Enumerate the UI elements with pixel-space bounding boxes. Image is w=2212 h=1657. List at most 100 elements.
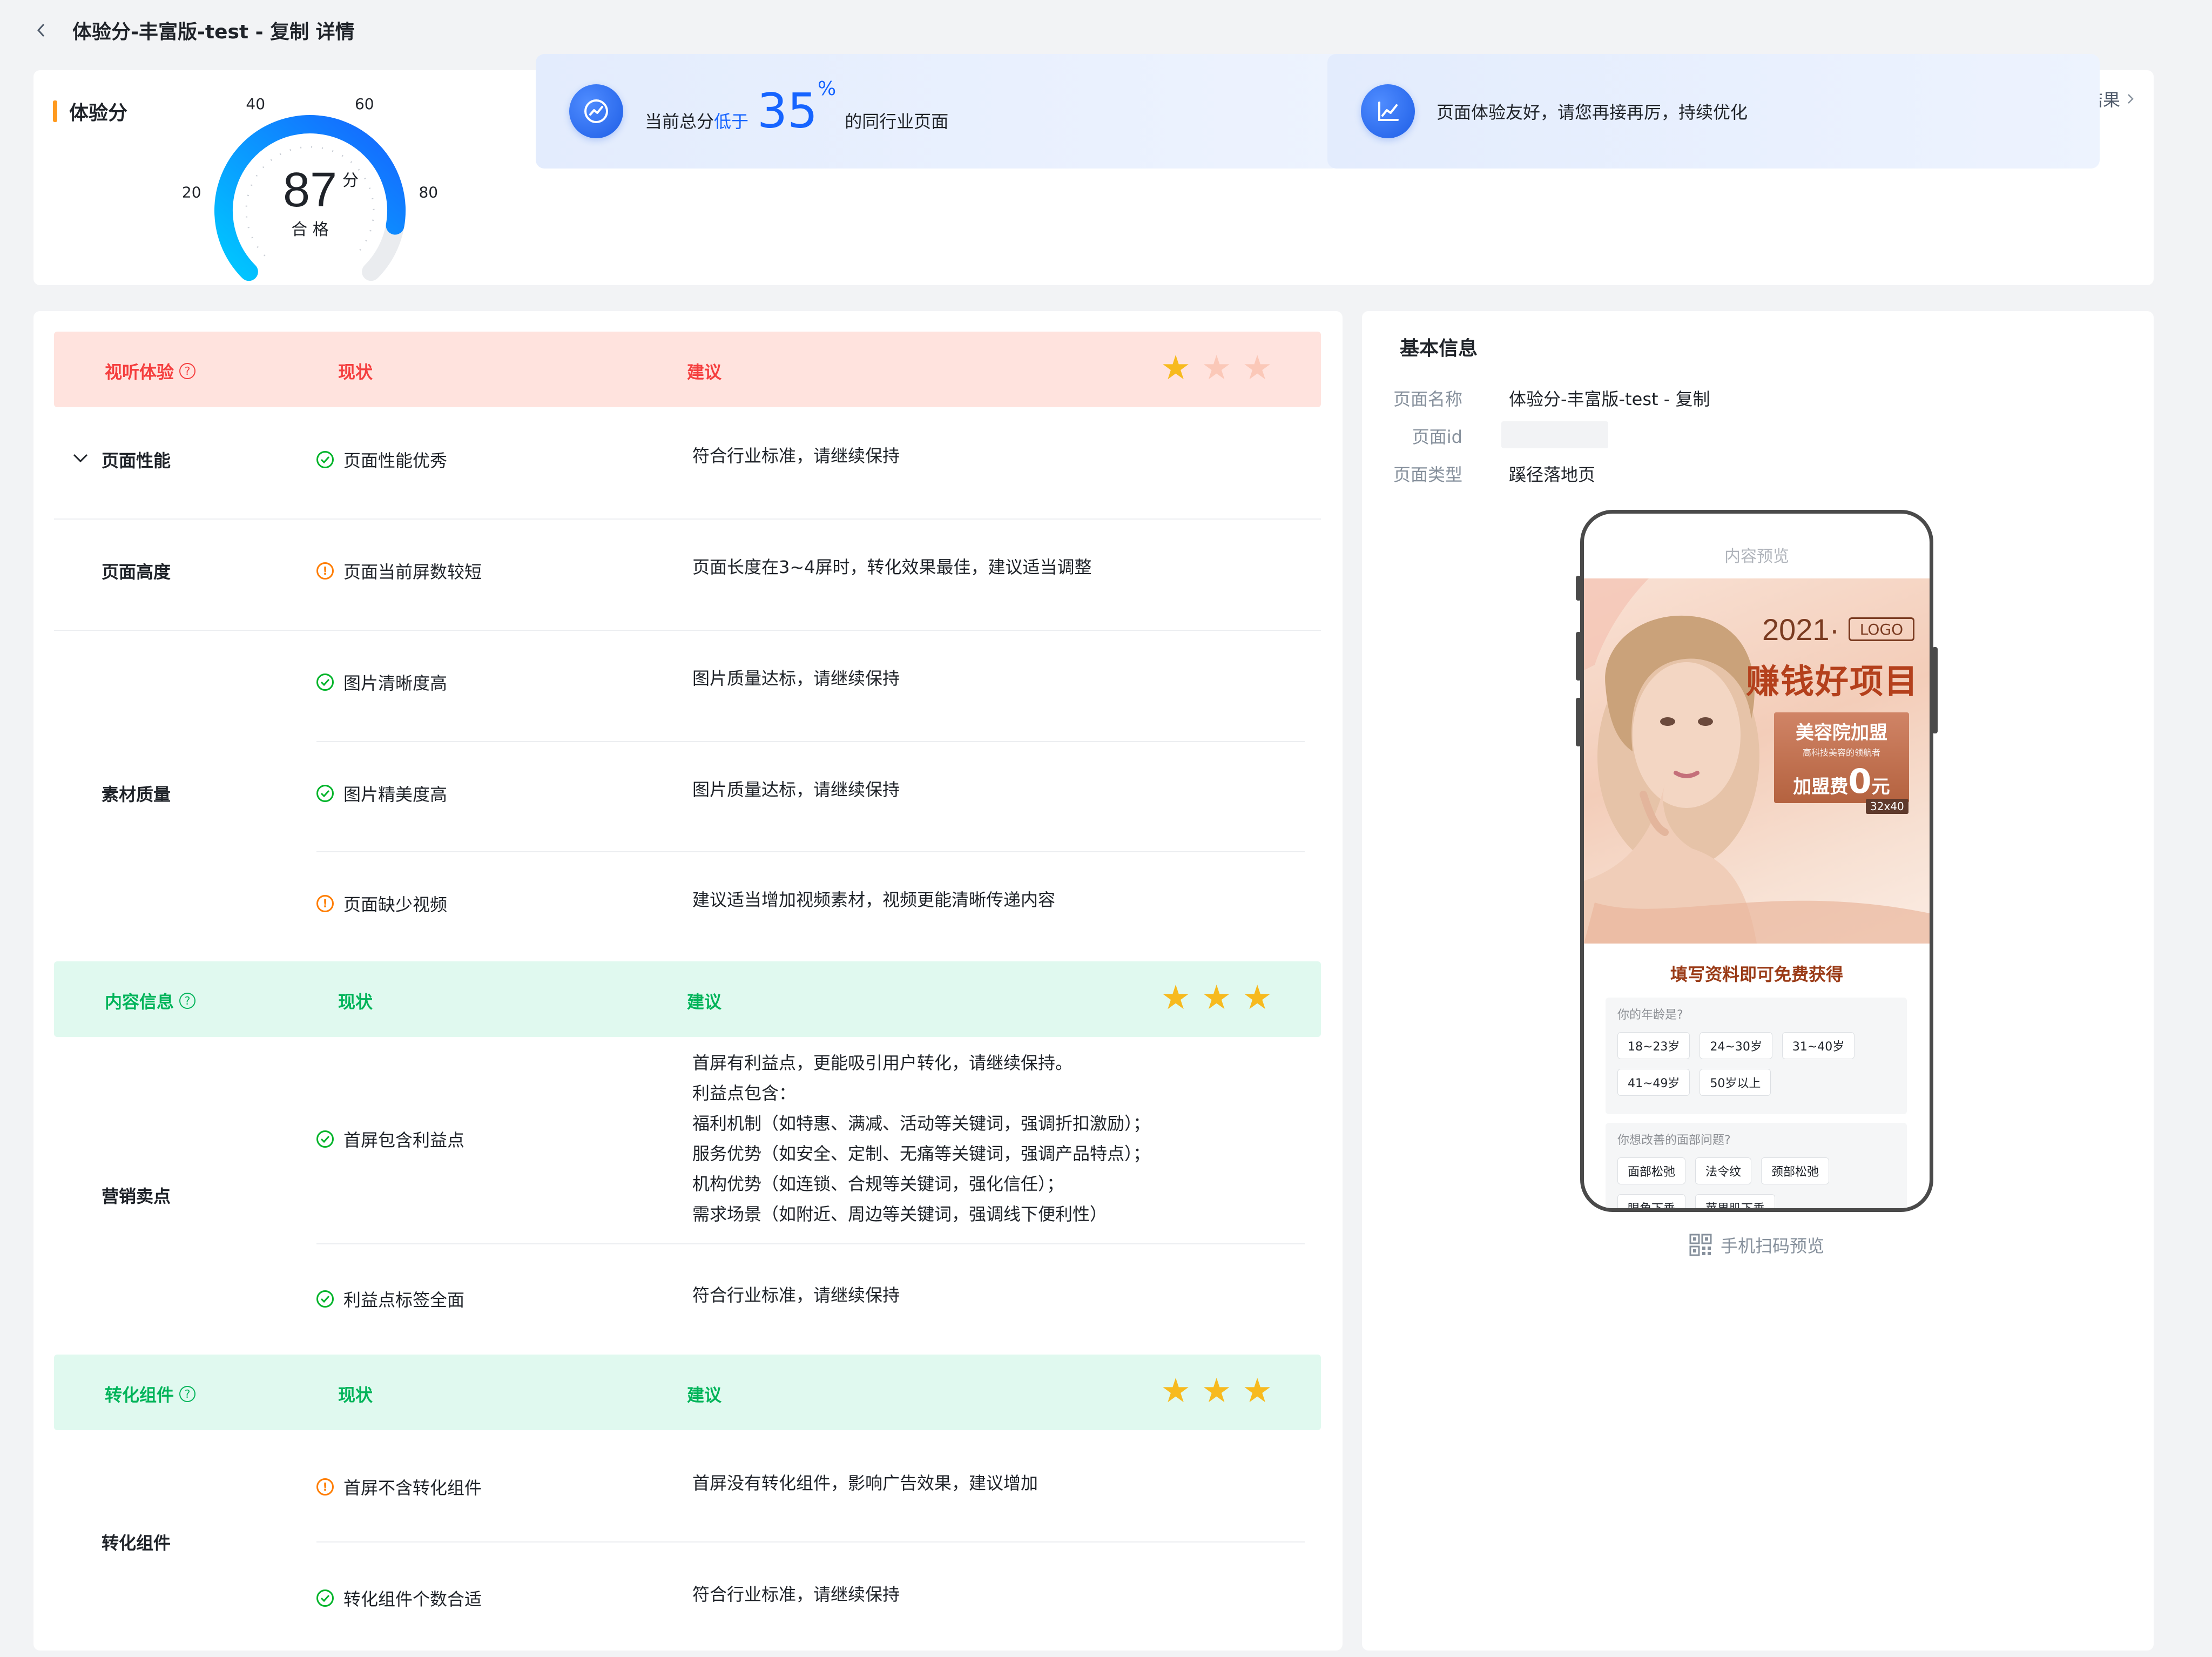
star-icon: ★	[1161, 1371, 1191, 1410]
star-icon: ★	[1161, 348, 1191, 387]
row-divider	[316, 851, 1305, 852]
section-title-text: 内容信息	[105, 992, 174, 1012]
option-chip[interactable]: 法令纹	[1695, 1157, 1752, 1184]
help-icon[interactable]: ?	[179, 363, 196, 379]
column-suggestion-header: 建议	[687, 1385, 722, 1405]
warning-circle-icon: !	[316, 562, 334, 580]
row-status-text: 首屏包含利益点	[343, 1130, 465, 1150]
hero-headline: 赚钱好项目	[1746, 662, 1919, 701]
page-header: 体验分-丰富版-test - 复制 详情	[0, 0, 2212, 60]
row-status-text: 页面性能优秀	[343, 450, 448, 471]
option-chip[interactable]: 苹果肌下垂	[1695, 1194, 1776, 1208]
row-divider	[316, 1541, 1305, 1543]
check-circle-icon	[316, 1130, 334, 1148]
suggestion-line: 利益点包含：	[692, 1083, 797, 1103]
image-size-tag: 32x40	[1866, 799, 1908, 814]
star-icon: ★	[1201, 978, 1232, 1017]
chevron-right-icon	[2128, 94, 2134, 104]
line-chart-icon	[1361, 84, 1415, 138]
star-icon: ★	[1242, 1371, 1272, 1410]
star-icon: ★	[1201, 348, 1232, 387]
row-status-text: 图片清晰度高	[343, 673, 448, 693]
scan-preview-link[interactable]: 手机扫码预览	[1689, 1232, 1824, 1257]
phone-preview[interactable]: 内容预览 2021· LOGO 赚钱好项目 美容院加盟 高科技美容的领航者 加盟…	[1580, 510, 1933, 1212]
option-chip[interactable]: 24~30岁	[1700, 1032, 1772, 1059]
row-status: 转化组件个数合适	[316, 1586, 482, 1611]
option-chip[interactable]: 50岁以上	[1700, 1069, 1771, 1096]
section-head-content: 内容信息 ? 现状 建议 ★ ★ ★	[54, 961, 1321, 1037]
question-label: 你的年龄是?	[1617, 1008, 1683, 1022]
advice-text: 页面体验友好，请您再接再厉，持续优化	[1437, 102, 1748, 123]
star-icon: ★	[1201, 1371, 1232, 1410]
row-suggestion: 符合行业标准，请继续保持	[692, 1584, 900, 1605]
row-suggestion: 符合行业标准，请继续保持	[692, 446, 900, 466]
row-status: ! 页面当前屏数较短	[316, 558, 482, 583]
check-circle-icon	[316, 1290, 334, 1308]
suggestion-line: 需求场景（如附近、周边等关键词，强调线下便利性）	[692, 1204, 1108, 1224]
gauge-tick-label: 80	[419, 183, 438, 201]
row-divider	[316, 741, 1305, 742]
section-title: 内容信息 ?	[105, 988, 196, 1013]
row-suggestion: 图片质量达标，请继续保持	[692, 779, 900, 800]
column-suggestion-header: 建议	[687, 362, 722, 382]
hero-logo: LOGO	[1849, 617, 1914, 641]
scan-preview-text[interactable]: 手机扫码预览	[1721, 1232, 1824, 1257]
warning-circle-icon: !	[316, 895, 334, 912]
column-status-header: 现状	[338, 362, 373, 382]
gauge-tick-label: 60	[355, 95, 374, 113]
help-icon[interactable]: ?	[179, 1386, 196, 1402]
option-chip[interactable]: 眼角下垂	[1617, 1194, 1686, 1208]
row-status: 图片精美度高	[316, 781, 447, 806]
help-icon[interactable]: ?	[179, 993, 196, 1009]
check-circle-icon	[316, 673, 334, 691]
page-name-value: 体验分-丰富版-test - 复制	[1509, 389, 1710, 409]
row-status: 图片清晰度高	[316, 670, 447, 695]
score-label-text: 体验分	[69, 102, 128, 124]
suggestion-line: 福利机制（如特惠、满减、活动等关键词，强调折扣激励）；	[692, 1113, 1151, 1134]
back-arrow-icon[interactable]	[30, 19, 52, 41]
page-type-value: 蹊径落地页	[1509, 464, 1596, 485]
score-value: 87	[283, 163, 337, 217]
question-label: 你想改善的面部问题?	[1617, 1134, 1731, 1147]
section-title: 视听体验 ?	[105, 359, 196, 383]
option-chip[interactable]: 41~49岁	[1617, 1069, 1690, 1096]
option-chip[interactable]: 面部松弛	[1617, 1157, 1686, 1184]
ad-hero-image: 2021· LOGO 赚钱好项目 美容院加盟 高科技美容的领航者 加盟费0元 3…	[1584, 578, 1930, 944]
row-status: 页面性能优秀	[316, 447, 447, 472]
question-face: 你想改善的面部问题? 面部松弛 法令纹 颈部松弛 眼角下垂 苹果肌下垂	[1606, 1123, 1907, 1208]
gauge-tick-label: 20	[182, 183, 201, 201]
star-icon: ★	[1161, 978, 1191, 1017]
row-status-text: 转化组件个数合适	[343, 1589, 482, 1609]
basic-info-title: 基本信息	[1400, 338, 1478, 360]
check-circle-icon	[316, 451, 334, 468]
option-chip[interactable]: 颈部松弛	[1761, 1157, 1830, 1184]
ranking-number: 35	[757, 83, 818, 139]
row-category: 素材质量	[102, 784, 171, 805]
chevron-down-icon[interactable]	[72, 453, 89, 463]
column-status-header: 现状	[338, 992, 373, 1012]
badge-fee-number: 0	[1848, 762, 1872, 801]
badge-fee-label: 加盟费	[1793, 776, 1849, 798]
qrcode-icon	[1689, 1234, 1712, 1256]
option-chip[interactable]: 18~23岁	[1617, 1032, 1690, 1059]
badge-line3: 加盟费0元	[1774, 762, 1909, 801]
column-suggestion-header: 建议	[687, 992, 722, 1012]
row-status: 利益点标签全面	[316, 1286, 464, 1311]
rating-stars: ★ ★ ★	[1161, 1374, 1272, 1407]
accent-bar	[53, 100, 57, 122]
hero-badge: 美容院加盟 高科技美容的领航者 加盟费0元	[1774, 712, 1909, 803]
star-icon: ★	[1242, 348, 1272, 387]
badge-line1: 美容院加盟	[1796, 722, 1887, 744]
row-divider	[54, 630, 1321, 631]
row-status-text: 首屏不含转化组件	[343, 1478, 482, 1498]
section-title: 转化组件 ?	[105, 1382, 196, 1406]
option-chip[interactable]: 31~40岁	[1782, 1032, 1855, 1059]
page-title: 体验分-丰富版-test - 复制 详情	[72, 21, 355, 43]
preview-label: 内容预览	[1724, 547, 1789, 566]
page-id-value	[1501, 421, 1608, 448]
info-card-ranking: 当前总分 低于 35 % 的同行业页面	[536, 54, 1340, 169]
suggestion-line: 机构优势（如连锁、合规等关键词，强化信任）；	[692, 1174, 1064, 1194]
suggestion-line: 服务优势（如安全、定制、无痛等关键词，强调产品特点）；	[692, 1143, 1151, 1164]
check-circle-icon	[316, 1589, 334, 1607]
row-divider	[316, 1243, 1305, 1244]
